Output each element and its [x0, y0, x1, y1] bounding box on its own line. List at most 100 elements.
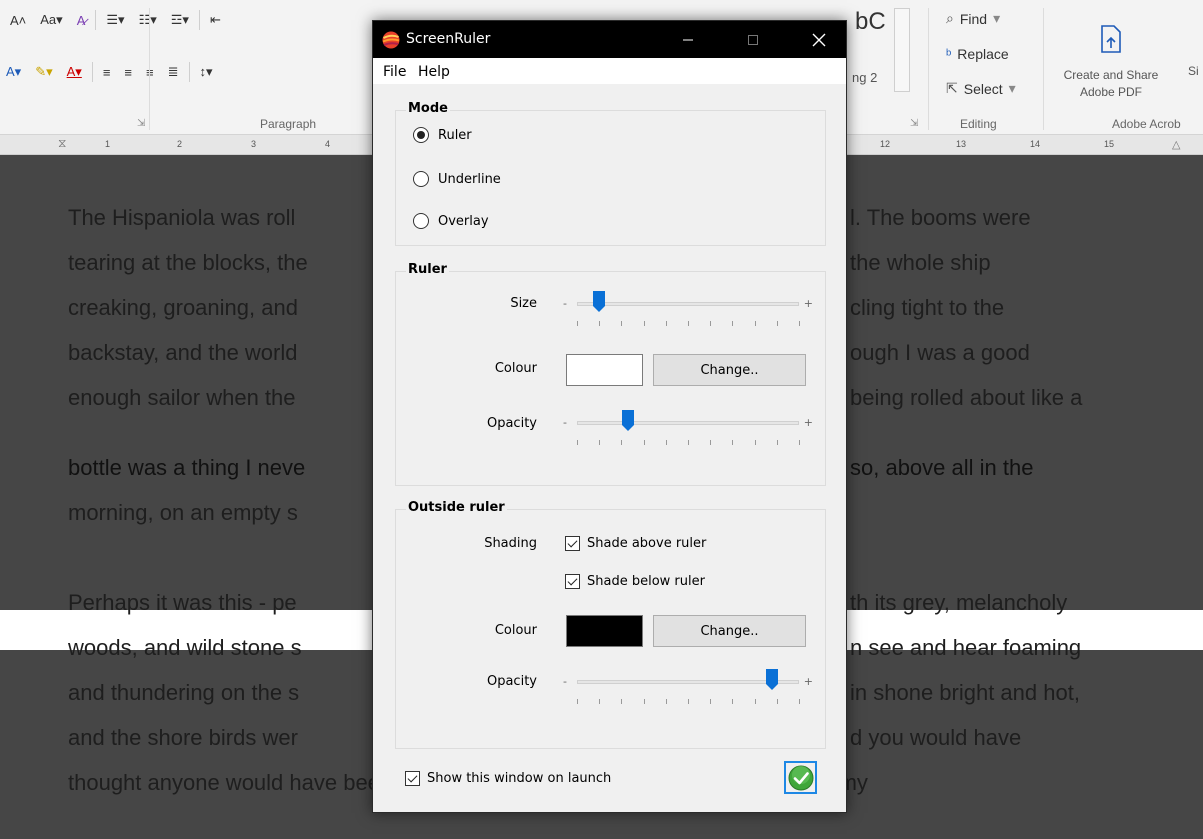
slider-tick [577, 699, 578, 704]
font-color-a-icon[interactable]: A▾ [2, 62, 25, 82]
close-button[interactable] [796, 21, 842, 58]
outside-opacity-label: Opacity [486, 674, 537, 689]
create-share-pdf-button[interactable]: Create and Share Adobe PDF [1055, 24, 1167, 101]
ruler-change-colour-button[interactable]: Change.. [653, 354, 806, 386]
mode-underline-radio[interactable]: Underline [413, 171, 501, 187]
mode-ruler-radio[interactable]: Ruler [413, 127, 472, 143]
slider-tick [688, 440, 689, 445]
menu-help[interactable]: Help [418, 64, 450, 80]
slider-tick [665, 699, 667, 704]
align-center-icon[interactable]: ≡ [120, 63, 136, 82]
slider-tick [776, 321, 778, 326]
font-tools-row-1: A˄ Aa▾ A̷ ☰▾ ☷▾ ☲▾ ⇤ [6, 10, 225, 30]
font-color-icon[interactable]: A▾ [63, 62, 86, 82]
ribbon-separator [188, 62, 190, 82]
clear-format-icon[interactable]: A̷ [73, 11, 90, 30]
multilevel-list-icon[interactable]: ☲▾ [167, 10, 193, 30]
menu-file[interactable]: File [383, 64, 406, 80]
slider-tick [710, 699, 712, 704]
slider-tick [643, 321, 645, 326]
ruler-legend: Ruler [406, 262, 449, 277]
slider-plus: + [803, 297, 813, 310]
slider-tick [599, 440, 601, 445]
screenruler-app-icon [382, 31, 400, 49]
outside-ruler-legend: Outside ruler [406, 500, 507, 515]
slider-tick [754, 699, 756, 704]
show-on-launch-checkbox[interactable]: Show this window on launch [405, 771, 611, 786]
change-case-label: Aa [40, 12, 57, 27]
slider-thumb[interactable] [593, 291, 606, 313]
mode-ruler-label: Ruler [438, 127, 472, 143]
slider-tick [732, 321, 734, 326]
slider-tick [776, 699, 778, 704]
ruler-opacity-slider[interactable]: - + [563, 410, 813, 453]
outside-opacity-slider[interactable]: - + [563, 669, 813, 712]
create-share-line2: Adobe PDF [1079, 85, 1143, 99]
slider-minus: - [563, 675, 567, 688]
maximize-button[interactable] [730, 21, 776, 58]
slider-tick [776, 440, 778, 445]
slider-minus: - [563, 416, 567, 429]
slider-tick [621, 321, 623, 326]
outside-change-colour-button[interactable]: Change.. [653, 615, 806, 647]
paragraph-group-label: Paragraph [260, 117, 317, 131]
doc-line-right: being rolled about like a [850, 385, 1083, 410]
indent-marker-icon[interactable]: ⧖ [58, 136, 66, 151]
replace-button[interactable]: ᵇ Replace [946, 46, 1009, 62]
radio-icon [413, 171, 429, 187]
radio-selected-icon [413, 127, 429, 143]
line-spacing-icon[interactable]: ↕▾ [196, 62, 217, 82]
font-tools-row-2: A▾ ✎▾ A▾ ≡ ≡ ≡ ≣ ↕▾ [2, 62, 217, 82]
menu-bar: File Help [373, 58, 846, 84]
ruler-number: 15 [1104, 139, 1115, 149]
ruler-number: 14 [1030, 139, 1041, 149]
slider-tick [799, 321, 800, 326]
grow-font-icon[interactable]: A˄ [6, 11, 30, 30]
doc-line-right: l. The booms were [850, 205, 1031, 230]
shade-above-label: Shade above ruler [587, 536, 707, 551]
slider-tick [665, 440, 667, 445]
ruler-size-slider[interactable]: - + [563, 291, 813, 334]
find-icon: ⌕ [946, 10, 954, 26]
font-dialog-launcher-icon[interactable]: ⇲ [137, 118, 145, 129]
slider-tick [621, 699, 623, 704]
shade-below-checkbox[interactable]: Shade below ruler [565, 574, 705, 589]
change-case-button[interactable]: Aa▾ [36, 10, 66, 30]
slider-tick [577, 321, 578, 326]
shade-above-checkbox[interactable]: Shade above ruler [565, 536, 706, 551]
minimize-button[interactable] [665, 21, 711, 58]
slider-thumb[interactable] [766, 669, 779, 691]
slider-tick [799, 699, 800, 704]
slider-tick [710, 321, 712, 326]
align-left-icon[interactable]: ≡ [99, 63, 115, 82]
shading-label: Shading [484, 536, 537, 551]
mode-legend: Mode [406, 101, 450, 116]
highlight-icon[interactable]: ✎▾ [31, 62, 56, 82]
slider-plus: + [803, 416, 813, 429]
right-indent-marker-icon[interactable]: △ [1172, 138, 1180, 151]
ok-button[interactable] [784, 761, 817, 794]
mode-overlay-radio[interactable]: Overlay [413, 213, 489, 229]
select-label: Select [963, 80, 1003, 97]
ruler-number: 13 [956, 139, 967, 149]
slider-tick [732, 699, 734, 704]
select-button[interactable]: ⇱ Select ▾ [946, 80, 1016, 97]
slider-tick [643, 440, 645, 445]
styles-dialog-launcher-icon[interactable]: ⇲ [910, 118, 918, 129]
styles-scroll[interactable] [894, 8, 910, 92]
doc-line-right: n see and hear foaming [850, 635, 1082, 660]
ruler-size-label: Size [510, 296, 537, 311]
slider-tick [665, 321, 667, 326]
slider-thumb[interactable] [622, 410, 635, 432]
find-button[interactable]: ⌕ Find ▾ [946, 10, 1000, 27]
bullets-icon[interactable]: ☰▾ [102, 10, 128, 30]
justify-icon[interactable]: ≣ [164, 62, 183, 82]
numbering-icon[interactable]: ☷▾ [135, 10, 161, 30]
mode-overlay-label: Overlay [438, 213, 489, 229]
minimize-icon [683, 39, 693, 40]
decrease-indent-icon[interactable]: ⇤ [206, 10, 225, 30]
title-bar[interactable]: ScreenRuler [373, 21, 846, 58]
slider-track [577, 421, 799, 425]
slider-tick [799, 440, 800, 445]
ruler-number: 4 [325, 139, 331, 149]
